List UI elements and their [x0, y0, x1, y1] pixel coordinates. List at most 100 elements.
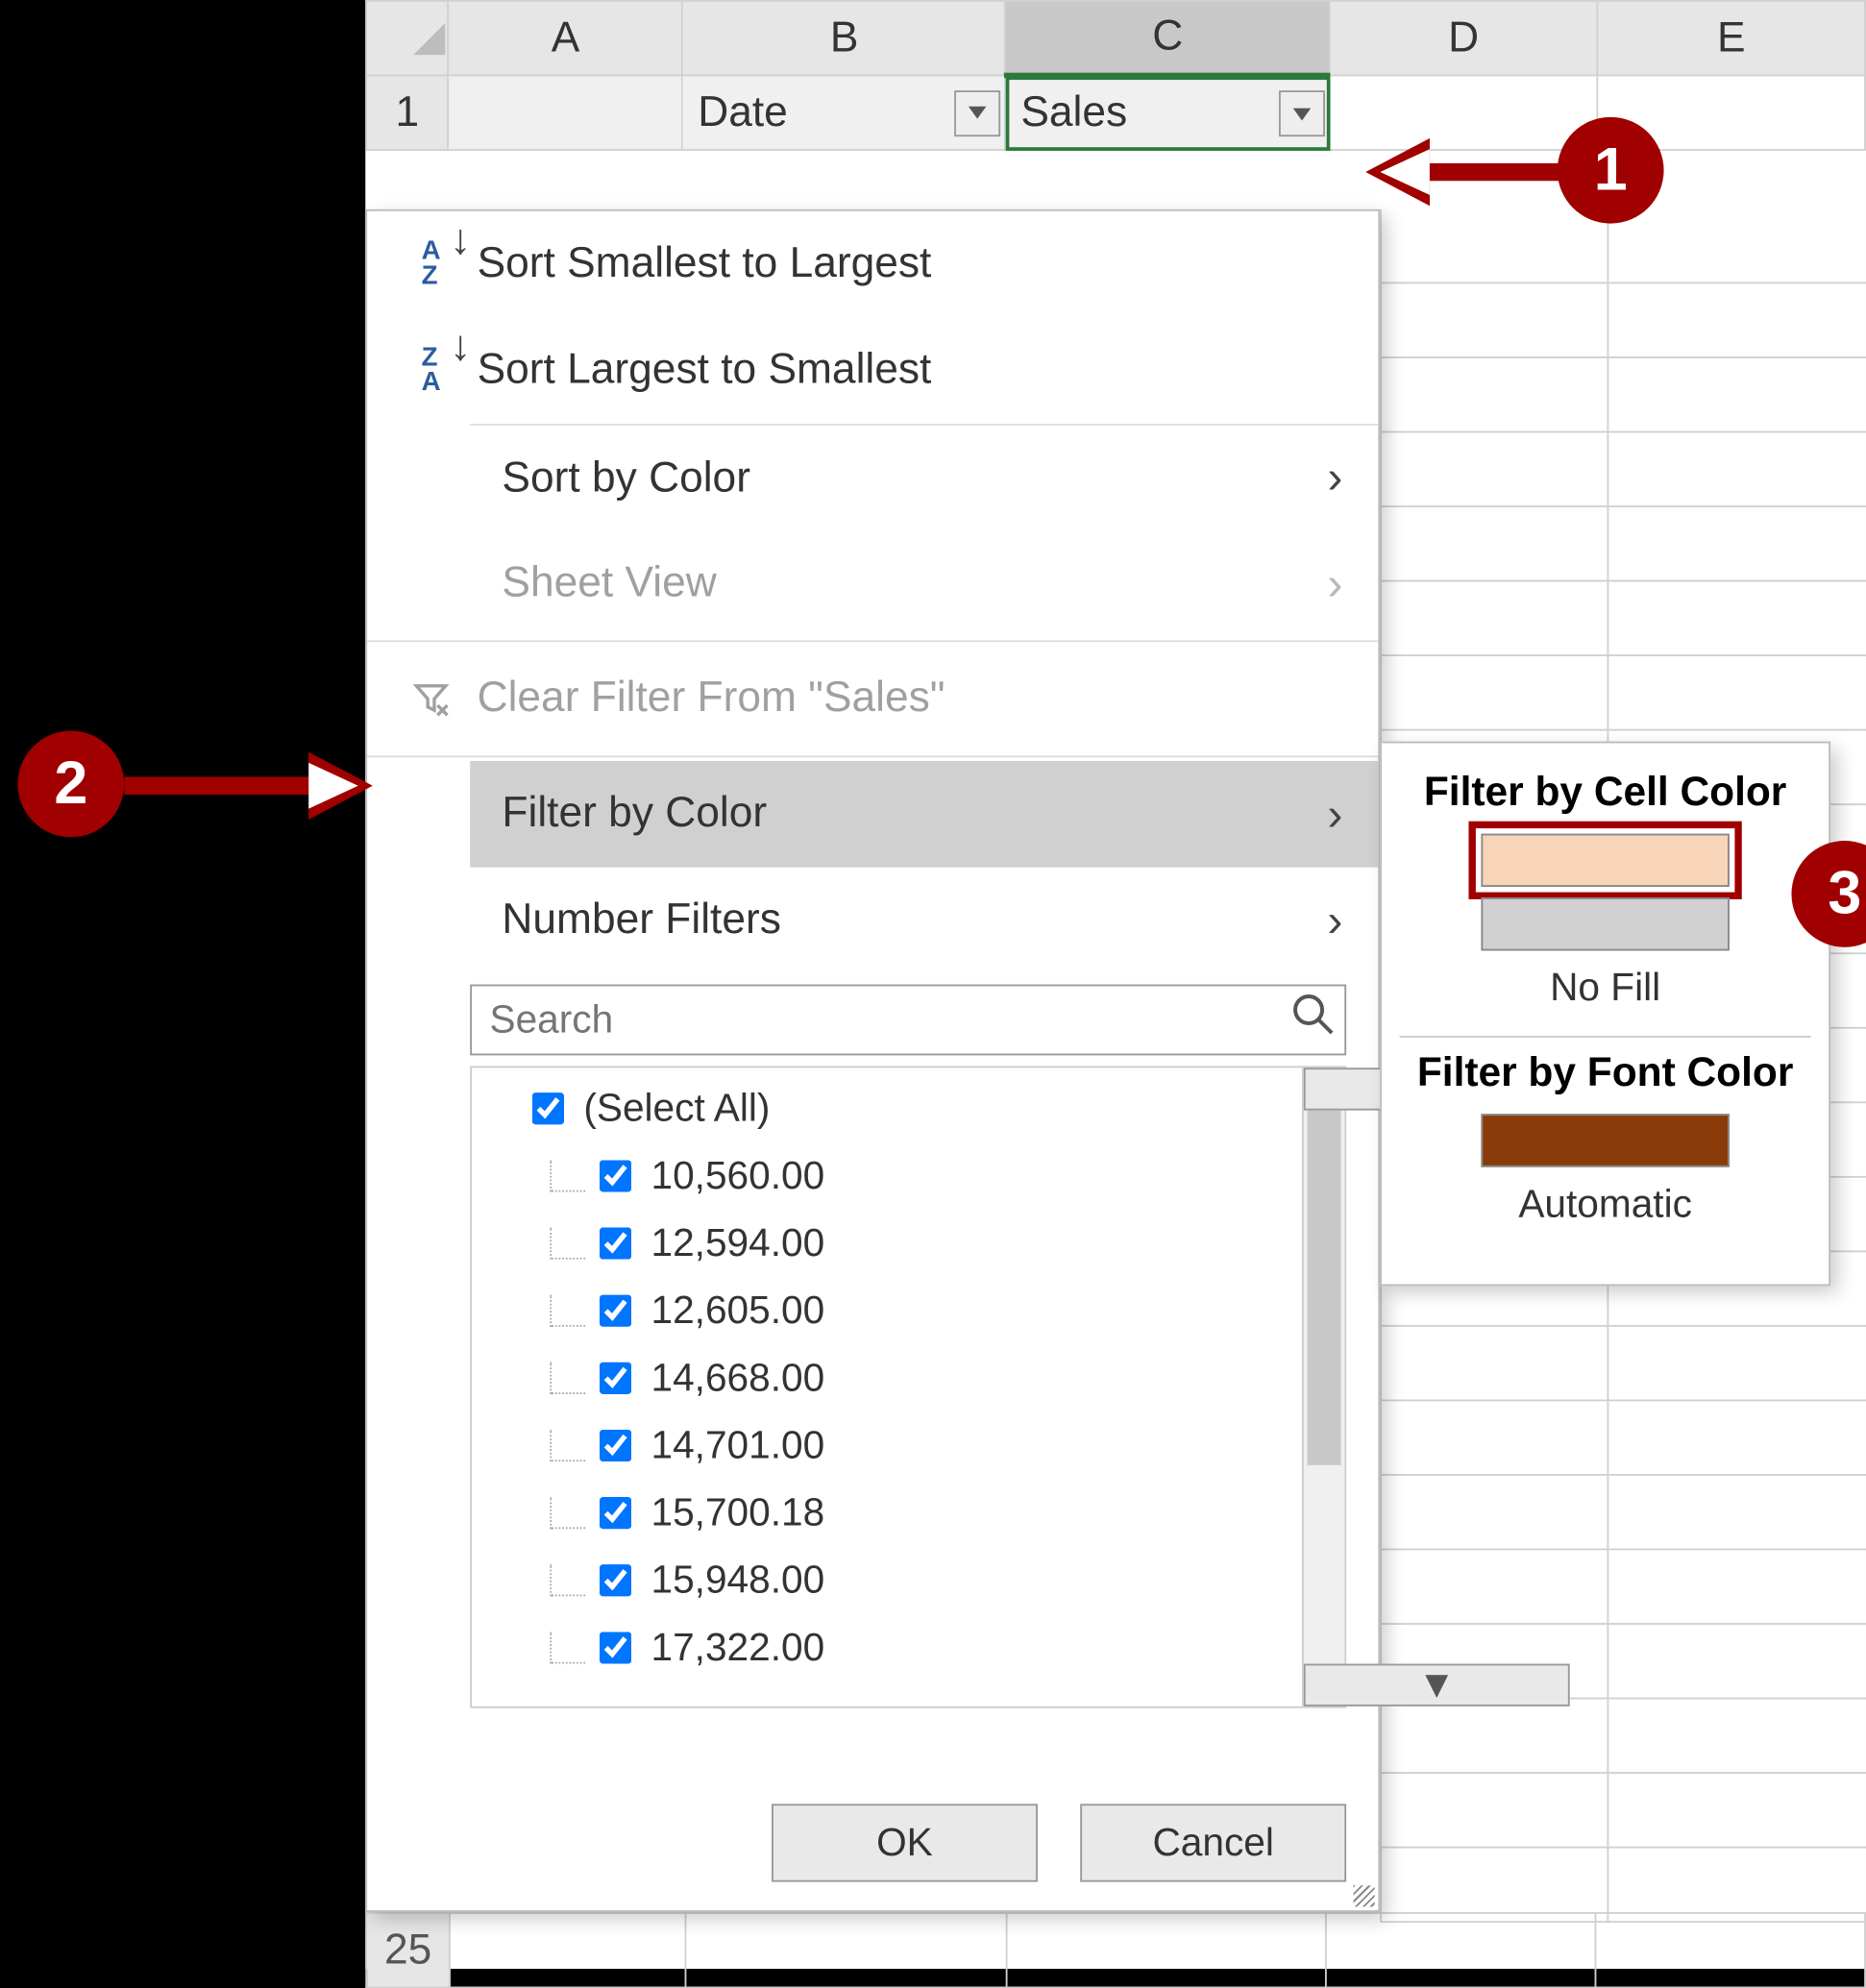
filter-cell-color-title: Filter by Cell Color: [1382, 768, 1829, 816]
scroll-thumb[interactable]: [1308, 1111, 1341, 1465]
filter-value-item[interactable]: 17,322.00: [525, 1614, 1302, 1681]
filter-select-all-label: (Select All): [583, 1086, 770, 1132]
filter-search-input[interactable]: [470, 985, 1346, 1056]
row-header-1[interactable]: 1: [366, 75, 448, 150]
row-header-25[interactable]: 25: [366, 1913, 450, 1988]
callout-badge-1: 1: [1558, 117, 1664, 224]
checkbox-select-all[interactable]: [532, 1092, 564, 1124]
cell-a1[interactable]: [449, 75, 683, 150]
cell-e25[interactable]: [1595, 1913, 1865, 1988]
menu-number-filters-label: Number Filters: [495, 896, 1327, 945]
filter-dropdown-menu: AZ Sort Smallest to Largest ZA Sort Larg…: [365, 209, 1380, 1912]
cell-color-no-fill[interactable]: No Fill: [1382, 965, 1829, 1011]
cell-c1-sales[interactable]: Sales: [1006, 75, 1330, 150]
col-header-d[interactable]: D: [1330, 1, 1598, 76]
cell-c25[interactable]: [1006, 1913, 1326, 1988]
filter-value-item[interactable]: 15,948.00: [525, 1547, 1302, 1614]
select-all-corner[interactable]: [366, 1, 448, 76]
menu-clear-filter: Clear Filter From "Sales": [367, 646, 1378, 752]
col-header-b[interactable]: B: [683, 1, 1006, 76]
filter-value-label: 17,322.00: [651, 1625, 824, 1671]
menu-sheet-view: Sheet View ›: [470, 530, 1378, 637]
grid-row[interactable]: [1382, 432, 1866, 507]
filter-value-item[interactable]: 10,560.00: [525, 1142, 1302, 1210]
header-c-label: Sales: [1020, 88, 1127, 136]
clear-filter-icon: [392, 679, 470, 719]
sort-desc-icon: ZA: [392, 346, 470, 396]
checkbox-value[interactable]: [600, 1295, 631, 1327]
menu-sort-asc-label: Sort Smallest to Largest: [470, 239, 1342, 289]
filter-value-label: 14,668.00: [651, 1355, 824, 1401]
cell-color-swatch-2[interactable]: [1481, 897, 1729, 950]
checkbox-value[interactable]: [600, 1227, 631, 1259]
scrollbar-vertical[interactable]: ▲ ▼: [1302, 1068, 1344, 1706]
menu-sort-color[interactable]: Sort by Color ›: [470, 424, 1378, 530]
menu-sort-desc[interactable]: ZA Sort Largest to Smallest: [367, 317, 1378, 424]
col-header-c[interactable]: C: [1006, 1, 1330, 76]
filter-font-color-title: Filter by Font Color: [1382, 1048, 1829, 1096]
cell-b25[interactable]: [686, 1913, 1006, 1988]
checkbox-value[interactable]: [600, 1632, 631, 1663]
grid-row[interactable]: [1382, 507, 1866, 582]
chevron-right-icon: ›: [1327, 556, 1342, 611]
checkbox-value[interactable]: [600, 1564, 631, 1596]
cell-b1-date[interactable]: Date: [683, 75, 1006, 150]
grid-row[interactable]: [1382, 581, 1866, 656]
grid-row[interactable]: [1382, 1699, 1866, 1774]
checkbox-value[interactable]: [600, 1362, 631, 1394]
scroll-down-icon[interactable]: ▼: [1304, 1664, 1570, 1706]
search-icon: [1289, 991, 1336, 1049]
menu-sort-asc[interactable]: AZ Sort Smallest to Largest: [367, 211, 1378, 318]
grid-row[interactable]: [1382, 1327, 1866, 1402]
checkbox-value[interactable]: [600, 1430, 631, 1461]
filter-value-item[interactable]: 14,668.00: [525, 1344, 1302, 1411]
callout-badge-2: 2: [17, 731, 124, 838]
cell-a25[interactable]: [450, 1913, 686, 1988]
filter-value-label: 14,701.00: [651, 1422, 824, 1468]
checkbox-value[interactable]: [600, 1497, 631, 1529]
cancel-button[interactable]: Cancel: [1080, 1804, 1346, 1881]
filter-by-color-submenu: Filter by Cell Color No Fill Filter by F…: [1380, 742, 1830, 1287]
menu-sort-desc-label: Sort Largest to Smallest: [470, 346, 1342, 396]
menu-sheet-view-label: Sheet View: [495, 558, 1327, 608]
filter-value-item[interactable]: 12,605.00: [525, 1277, 1302, 1344]
filter-value-item[interactable]: 14,701.00: [525, 1411, 1302, 1479]
menu-sort-color-label: Sort by Color: [495, 454, 1327, 503]
ok-button[interactable]: OK: [772, 1804, 1038, 1881]
filter-dropdown-date[interactable]: [955, 89, 1001, 135]
filter-select-all[interactable]: (Select All): [525, 1075, 1302, 1142]
filter-dropdown-sales[interactable]: [1279, 90, 1325, 136]
sort-asc-icon: AZ: [392, 239, 470, 289]
cell-d25[interactable]: [1326, 1913, 1596, 1988]
chevron-right-icon: ›: [1327, 451, 1342, 505]
menu-number-filters[interactable]: Number Filters ›: [470, 868, 1378, 974]
grid-row[interactable]: [1382, 358, 1866, 433]
chevron-right-icon: ›: [1327, 787, 1342, 842]
filter-value-label: 10,560.00: [651, 1153, 824, 1199]
filter-value-label: 15,700.18: [651, 1490, 824, 1536]
grid-row[interactable]: [1382, 656, 1866, 731]
chevron-right-icon: ›: [1327, 893, 1342, 947]
menu-filter-color-label: Filter by Color: [495, 789, 1327, 839]
filter-value-label: 12,605.00: [651, 1288, 824, 1334]
menu-filter-color[interactable]: Filter by Color ›: [470, 761, 1378, 868]
font-color-automatic[interactable]: Automatic: [1382, 1181, 1829, 1227]
resize-grip-icon[interactable]: [1353, 1885, 1374, 1906]
filter-value-item[interactable]: 15,700.18: [525, 1480, 1302, 1547]
filter-value-item[interactable]: 12,594.00: [525, 1210, 1302, 1277]
filter-value-label: 12,594.00: [651, 1220, 824, 1266]
grid-row[interactable]: [1382, 1401, 1866, 1476]
cell-color-swatch-1[interactable]: [1481, 834, 1729, 887]
menu-clear-filter-label: Clear Filter From "Sales": [470, 674, 1342, 724]
grid-row[interactable]: [1382, 283, 1866, 358]
grid-row[interactable]: [1382, 1550, 1866, 1625]
col-header-e[interactable]: E: [1598, 1, 1866, 76]
filter-value-label: 15,948.00: [651, 1558, 824, 1604]
grid-row[interactable]: [1382, 1774, 1866, 1849]
font-color-swatch-1[interactable]: [1481, 1114, 1729, 1166]
grid-row[interactable]: [1382, 1476, 1866, 1551]
checkbox-value[interactable]: [600, 1160, 631, 1191]
header-b-label: Date: [698, 87, 788, 135]
filter-values-tree[interactable]: (Select All) 10,560.00 12,594.00 12,605.00…: [472, 1068, 1302, 1706]
col-header-a[interactable]: A: [449, 1, 683, 76]
